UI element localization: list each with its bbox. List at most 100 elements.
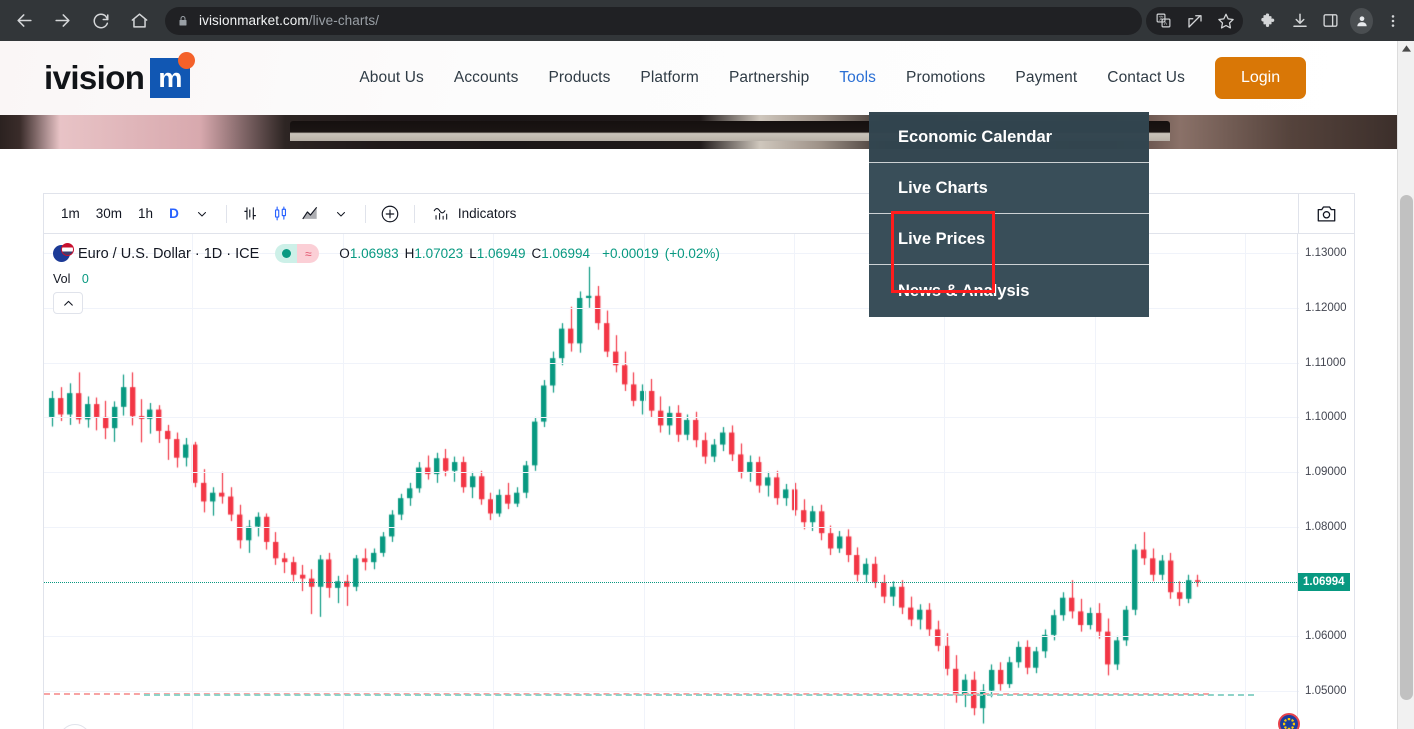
grid-line-horizontal xyxy=(44,417,1299,418)
page-scrollbar[interactable] xyxy=(1397,41,1414,729)
profile-button-wrap xyxy=(1346,6,1377,36)
series-visibility-toggle[interactable]: ≈ xyxy=(275,244,320,263)
timeframe-d[interactable]: D xyxy=(161,200,187,228)
scrollbar-up-arrow[interactable] xyxy=(1398,41,1414,55)
chart-body[interactable]: Euro / U.S. Dollar · 1D · ICE ≈ O1.06983… xyxy=(44,234,1354,729)
timeframe-30m[interactable]: 30m xyxy=(88,200,130,228)
indicators-icon xyxy=(432,205,450,222)
camera-icon[interactable] xyxy=(1298,194,1354,233)
logo-badge: m xyxy=(150,52,196,98)
indicators-button[interactable]: Indicators xyxy=(424,200,525,228)
forward-arrow-icon[interactable] xyxy=(47,6,77,36)
svg-text:A: A xyxy=(1164,21,1168,27)
grid-line-vertical xyxy=(794,234,795,729)
nav-item-accounts[interactable]: Accounts xyxy=(454,69,519,87)
address-bar[interactable]: ivisionmarket.com/live-charts/ xyxy=(165,6,1142,35)
nav-item-tools[interactable]: Tools xyxy=(839,69,876,87)
nav-item-about-us[interactable]: About Us xyxy=(359,69,424,87)
toolbar-divider-2 xyxy=(364,204,366,223)
hero-banner-image xyxy=(0,115,1397,149)
nav-item-payment[interactable]: Payment xyxy=(1015,69,1077,87)
profile-avatar-icon[interactable] xyxy=(1350,7,1373,34)
chevron-up-icon[interactable] xyxy=(53,292,83,314)
ohlc-change-pct: (+0.02%) xyxy=(664,246,720,261)
grid-line-horizontal xyxy=(44,472,1299,473)
nav-item-promotions[interactable]: Promotions xyxy=(906,69,985,87)
svg-text:文: 文 xyxy=(1159,15,1164,22)
logo-wordmark: ivision xyxy=(44,59,145,96)
grid-line-vertical xyxy=(192,234,193,729)
flag-watermark xyxy=(1270,713,1309,729)
star-icon[interactable] xyxy=(1210,6,1241,36)
logo-badge-letter: m xyxy=(158,62,183,93)
price-axis-tick: 1.08000 xyxy=(1305,520,1347,533)
logo-dot-icon xyxy=(178,52,196,69)
timeframe-1h[interactable]: 1h xyxy=(130,200,161,228)
url-host: ivisionmarket.com xyxy=(199,13,309,28)
main-navigation: About Us Accounts Products Platform Part… xyxy=(359,57,1307,99)
price-axis-tick: 1.05000 xyxy=(1305,684,1347,697)
share-icon[interactable] xyxy=(1179,6,1210,36)
grid-line-vertical xyxy=(644,234,645,729)
grid-line-vertical xyxy=(493,234,494,729)
chart-toolbar: 1m 30m 1h D Indicators xyxy=(44,194,1354,234)
dropdown-item-live-charts[interactable]: Live Charts xyxy=(869,163,1149,214)
price-axis-tick: 1.06000 xyxy=(1305,630,1347,642)
lock-icon xyxy=(177,14,189,28)
chevron-down-icon[interactable] xyxy=(187,200,217,228)
ohlc-close-label: C xyxy=(531,246,542,261)
browser-action-icons: 文A xyxy=(1142,6,1414,36)
translate-icon[interactable]: 文A xyxy=(1148,6,1179,36)
current-price-badge[interactable]: 1.06994 xyxy=(1298,572,1350,591)
ohlc-low-value: 1.06949 xyxy=(476,246,526,261)
url-path: /live-charts/ xyxy=(308,13,380,28)
symbol-title[interactable]: Euro / U.S. Dollar · 1D · ICE xyxy=(78,246,259,262)
volume-study-row: Vol 0 xyxy=(53,272,89,286)
nav-item-platform[interactable]: Platform xyxy=(640,69,699,87)
timeframe-1m[interactable]: 1m xyxy=(53,200,88,228)
support-line-teal xyxy=(144,694,1254,697)
grid-line-horizontal xyxy=(44,691,1299,692)
price-axis-tick: 1.09000 xyxy=(1305,465,1347,478)
plus-circle-icon[interactable] xyxy=(375,200,405,228)
ohlc-values: O1.06983 H1.07023 L1.06949 C1.06994 +0.00019… xyxy=(339,246,720,261)
dropdown-item-live-prices[interactable]: Live Prices xyxy=(869,214,1149,265)
nav-item-partnership[interactable]: Partnership xyxy=(729,69,809,87)
eu-flag-icon xyxy=(1278,713,1300,729)
dropdown-item-economic-calendar[interactable]: Economic Calendar xyxy=(869,112,1149,163)
reload-icon[interactable] xyxy=(86,6,116,36)
eurusd-flag-icon xyxy=(53,243,74,262)
grid-line-vertical xyxy=(1245,234,1246,729)
site-logo[interactable]: ivision m xyxy=(44,52,196,98)
volume-value: 0 xyxy=(81,272,89,286)
puzzle-icon[interactable] xyxy=(1253,6,1284,36)
area-chart-icon[interactable] xyxy=(296,200,326,228)
dropdown-item-news-analysis[interactable]: News & Analysis xyxy=(869,265,1149,317)
toolbar-divider-1 xyxy=(225,204,227,223)
three-dot-menu-icon[interactable] xyxy=(1377,6,1408,36)
bar-pattern-icon[interactable] xyxy=(236,200,266,228)
back-arrow-icon[interactable] xyxy=(9,6,39,36)
ohlc-close-value: 1.06994 xyxy=(541,246,591,261)
volume-study: Vol 0 xyxy=(53,272,89,314)
download-icon[interactable] xyxy=(1284,6,1315,36)
ohlc-low-label: L xyxy=(469,246,477,261)
chart-legend: Euro / U.S. Dollar · 1D · ICE ≈ O1.06983… xyxy=(53,243,720,263)
nav-item-contact-us[interactable]: Contact Us xyxy=(1107,69,1185,87)
scrollbar-thumb[interactable] xyxy=(1400,195,1413,700)
login-button[interactable]: Login xyxy=(1214,57,1307,99)
home-icon[interactable] xyxy=(124,6,154,36)
side-panel-icon[interactable] xyxy=(1315,6,1346,36)
grid-line-horizontal xyxy=(44,363,1299,364)
volume-label: Vol xyxy=(53,272,71,286)
price-axis-tick: 1.11000 xyxy=(1305,356,1346,369)
browser-chrome: ivisionmarket.com/live-charts/ 文A xyxy=(0,0,1414,41)
series-down-swatch: ≈ xyxy=(297,244,320,263)
chevron-down-icon[interactable] xyxy=(326,200,356,228)
ohlc-open-label: O xyxy=(339,246,350,261)
nav-item-products[interactable]: Products xyxy=(548,69,610,87)
price-axis[interactable]: 1.13000 1.12000 1.11000 1.10000 1.09000 1.080… xyxy=(1297,234,1354,729)
candlestick-icon[interactable] xyxy=(266,200,296,228)
price-axis-tick: 1.12000 xyxy=(1305,301,1347,314)
url-text: ivisionmarket.com/live-charts/ xyxy=(199,13,379,28)
